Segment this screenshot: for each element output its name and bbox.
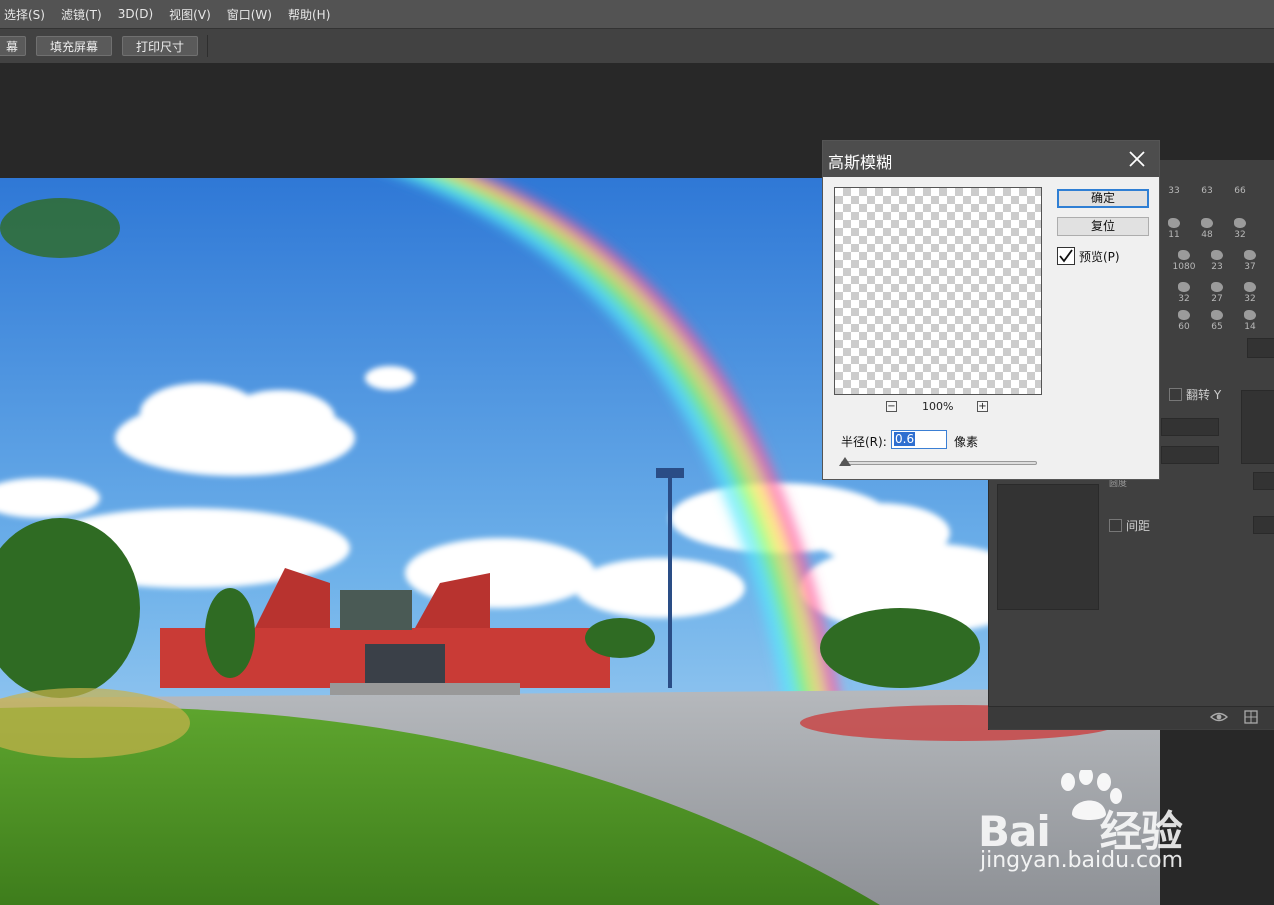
brush-preset[interactable]: 11: [1159, 218, 1189, 240]
spacing-option[interactable]: 间距: [1109, 517, 1150, 534]
radius-slider[interactable]: [841, 461, 1037, 465]
brush-tip-icon: [1211, 282, 1223, 292]
brush-preset[interactable]: 48: [1192, 218, 1222, 240]
brush-tip-icon: [1178, 310, 1190, 320]
brush-tip-icon: [1168, 218, 1180, 228]
print-size-button[interactable]: 打印尺寸: [122, 36, 198, 56]
fill-screen-button[interactable]: 填充屏幕: [36, 36, 112, 56]
brush-preset[interactable]: 66: [1225, 186, 1255, 196]
brush-tip-icon: [1211, 250, 1223, 260]
brush-tip-icon: [1244, 250, 1256, 260]
radius-label: 半径(R):: [841, 435, 887, 449]
menu-view[interactable]: 视图(V): [169, 6, 211, 23]
radius-unit: 像素: [954, 435, 979, 449]
brush-tip-icon: [1234, 218, 1246, 228]
angle-field[interactable]: [1161, 418, 1219, 436]
brush-preset[interactable]: 63: [1192, 186, 1222, 196]
menu-3d[interactable]: 3D(D): [118, 7, 153, 21]
brush-preset[interactable]: 60: [1169, 310, 1199, 332]
checkmark-icon: [1059, 249, 1073, 263]
flip-y-checkbox[interactable]: [1169, 388, 1182, 401]
toolbar-divider: [207, 35, 208, 57]
reset-button[interactable]: 复位: [1057, 217, 1149, 236]
blur-preview[interactable]: [834, 187, 1042, 395]
roundness-field[interactable]: [1161, 446, 1219, 464]
brush-preset[interactable]: 32: [1169, 282, 1199, 304]
dialog-title: 高斯模糊: [828, 153, 893, 172]
dialog-titlebar[interactable]: 高斯模糊: [823, 141, 1159, 177]
brush-preset[interactable]: 37: [1235, 250, 1265, 272]
fit-screen-button[interactable]: 幕: [0, 36, 26, 56]
eye-brush-icon[interactable]: [1210, 710, 1228, 724]
brush-preset[interactable]: 65: [1202, 310, 1232, 332]
flip-y-option[interactable]: 翻转 Y: [1169, 386, 1221, 403]
grid-panel-icon[interactable]: [1244, 710, 1258, 724]
spacing-field[interactable]: [1253, 516, 1274, 534]
brush-preset-grid: 33 63 66 11 48 32 0 1080 23 37 32 27 32 …: [1151, 178, 1274, 332]
brush-tip-icon: [1244, 282, 1256, 292]
zoom-in-button[interactable]: +: [977, 401, 988, 412]
brush-preset[interactable]: 23: [1202, 250, 1232, 272]
hardness-field[interactable]: [1253, 472, 1274, 490]
preview-label: 预览(P): [1079, 250, 1120, 264]
brush-list-box: [997, 484, 1099, 610]
radius-input[interactable]: 0.6: [891, 430, 947, 449]
menu-window[interactable]: 窗口(W): [227, 6, 272, 23]
brush-preset[interactable]: 32: [1235, 282, 1265, 304]
preview-checkbox[interactable]: [1057, 247, 1075, 265]
gaussian-blur-dialog: 高斯模糊 − 100% + 确定 复位 预览(P) 半径(R): 0.6 像素: [822, 140, 1160, 480]
close-icon[interactable]: [1125, 147, 1149, 171]
brush-preset[interactable]: 27: [1202, 282, 1232, 304]
brush-tip-icon: [1201, 218, 1213, 228]
brush-preset[interactable]: 1080: [1169, 250, 1199, 272]
brush-preset[interactable]: 33: [1159, 186, 1189, 196]
brush-tip-icon: [1178, 250, 1190, 260]
baidu-watermark: Bai 经验 jingyan.baidu.com: [978, 770, 1268, 880]
menu-select[interactable]: 选择(S): [4, 6, 45, 23]
menu-bar: 选择(S) 滤镜(T) 3D(D) 视图(V) 窗口(W) 帮助(H): [0, 0, 1274, 28]
brush-tip-icon: [1211, 310, 1223, 320]
brush-tip-icon: [1244, 310, 1256, 320]
options-bar: 幕 填充屏幕 打印尺寸: [0, 28, 1274, 64]
panel-footer: [988, 706, 1274, 729]
menu-help[interactable]: 帮助(H): [288, 6, 330, 23]
watermark-url: jingyan.baidu.com: [980, 848, 1184, 873]
brush-preset[interactable]: 14: [1235, 310, 1265, 332]
size-field[interactable]: [1247, 338, 1274, 358]
zoom-level: 100%: [922, 400, 954, 413]
brush-preview-box: [1241, 390, 1274, 464]
ok-button[interactable]: 确定: [1057, 189, 1149, 208]
menu-filter[interactable]: 滤镜(T): [61, 6, 102, 23]
radius-slider-thumb[interactable]: [839, 457, 851, 466]
spacing-checkbox[interactable]: [1109, 519, 1122, 532]
brush-preset[interactable]: 32: [1225, 218, 1255, 240]
brush-tip-icon: [1178, 282, 1190, 292]
zoom-out-button[interactable]: −: [886, 401, 897, 412]
